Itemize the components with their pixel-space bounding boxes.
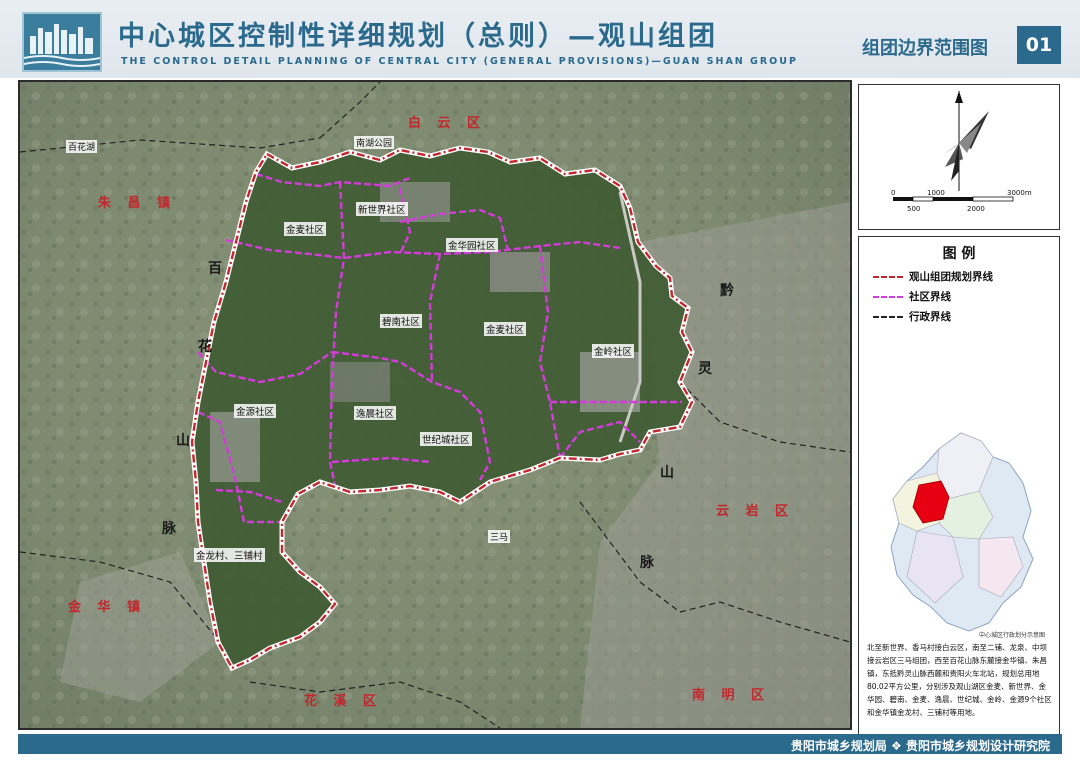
community-label-xinshijie: 新世界社区 [356, 202, 408, 216]
description-text: 北至新世界、香马村接白云区，南至二铺、龙泉、中坝接云岩区三马组团，西至百花山脉东… [867, 643, 1052, 717]
legend-item-admin-boundary: 行政界线 [873, 309, 951, 325]
logo [22, 12, 102, 72]
community-label-jinmai: 金麦社区 [284, 222, 327, 236]
community-label-jinling: 金岭社区 [592, 344, 635, 358]
inset-map-canvas [890, 432, 1034, 632]
legend-swatch-red [873, 276, 903, 278]
page-title: 中心城区控制性详细规划（总则）—观山组团 [118, 21, 718, 52]
legend-label: 观山组团规划界线 [909, 271, 993, 283]
place-label-nanhu-park: 南湖公园 [354, 136, 395, 149]
sheet-title: 组团边界范围图 [862, 38, 988, 59]
place-label-baihuahu: 百花湖 [66, 140, 98, 153]
legend-title: 图 例 [942, 246, 976, 262]
mountain-label-qianling-4: 脉 [640, 555, 654, 571]
community-label-jinhuayuan: 金华园社区 [446, 238, 498, 252]
community-label-jinyuan: 金源社区 [234, 404, 277, 418]
legend-item-planning-boundary: 观山组团规划界线 [873, 269, 993, 285]
scale-label-0: 0 [891, 189, 895, 197]
footer-credits: 贵阳市城乡规划局 ❖ 贵阳市城乡规划设计研究院 [790, 739, 1050, 753]
scale-label-500: 500 [907, 205, 920, 213]
scale-label-2000: 2000 [967, 205, 985, 213]
inset-location-map [883, 427, 1039, 637]
community-label-guanshan: 碧南社区 [380, 314, 423, 328]
community-label-jinlong: 金龙村、三铺村 [194, 548, 265, 562]
sheet-number-badge: 01 [1017, 26, 1061, 64]
north-arrow-panel: 0 1000 3000m 500 2000 [858, 84, 1060, 230]
mountain-label-baihua-1: 百 [208, 261, 222, 277]
legend-swatch-black [873, 316, 903, 318]
scale-bar: 0 1000 3000m 500 2000 [891, 189, 1032, 213]
district-label-zhuchang: 朱 昌 镇 [98, 196, 177, 211]
mountain-label-baihua-4: 脉 [162, 521, 176, 537]
mountain-label-qianling-1: 黔 [720, 283, 734, 299]
legend-panel: 图 例 观山组团规划界线 社区界线 行政界线 中心城区行政划分示意图 北至新世界… [858, 236, 1060, 736]
mountain-label-qianling-3: 山 [660, 465, 674, 481]
district-label-yunyan: 云 岩 区 [716, 504, 795, 519]
community-label-jinyang: 金麦社区 [484, 322, 527, 336]
district-label-huaxi: 花 溪 区 [304, 694, 383, 709]
scale-label-3000: 3000m [1007, 189, 1032, 197]
compass-rose-icon: 0 1000 3000m 500 2000 [891, 91, 1032, 213]
legend-label: 社区界线 [909, 291, 951, 303]
district-label-jinhua: 金 华 镇 [68, 600, 147, 615]
community-label-shijicheng: 世纪城社区 [420, 432, 472, 446]
legend-item-community-boundary: 社区界线 [873, 289, 951, 305]
map-view[interactable]: 白 云 区 朱 昌 镇 金 华 镇 花 溪 区 云 岩 区 南 明 区 百 花 … [18, 80, 852, 730]
mountain-label-baihua-3: 山 [176, 433, 190, 449]
mountain-label-qianling-2: 灵 [698, 361, 712, 377]
legend-swatch-magenta [873, 296, 903, 298]
community-label-yixin: 逸晨社区 [354, 406, 397, 420]
district-label-nanming: 南 明 区 [692, 688, 771, 703]
inset-caption: 中心城区行政划分示意图 [979, 632, 1046, 639]
legend-label: 行政界线 [909, 311, 951, 323]
district-label-baiyun: 白 云 区 [408, 116, 487, 131]
satellite-map-canvas [20, 82, 850, 728]
scale-label-1000: 1000 [927, 189, 945, 197]
place-label-sanma: 三马 [488, 530, 511, 543]
page-subtitle-en: THE CONTROL DETAIL PLANNING OF CENTRAL C… [121, 56, 798, 67]
mountain-label-baihua-2: 花 [198, 339, 212, 355]
